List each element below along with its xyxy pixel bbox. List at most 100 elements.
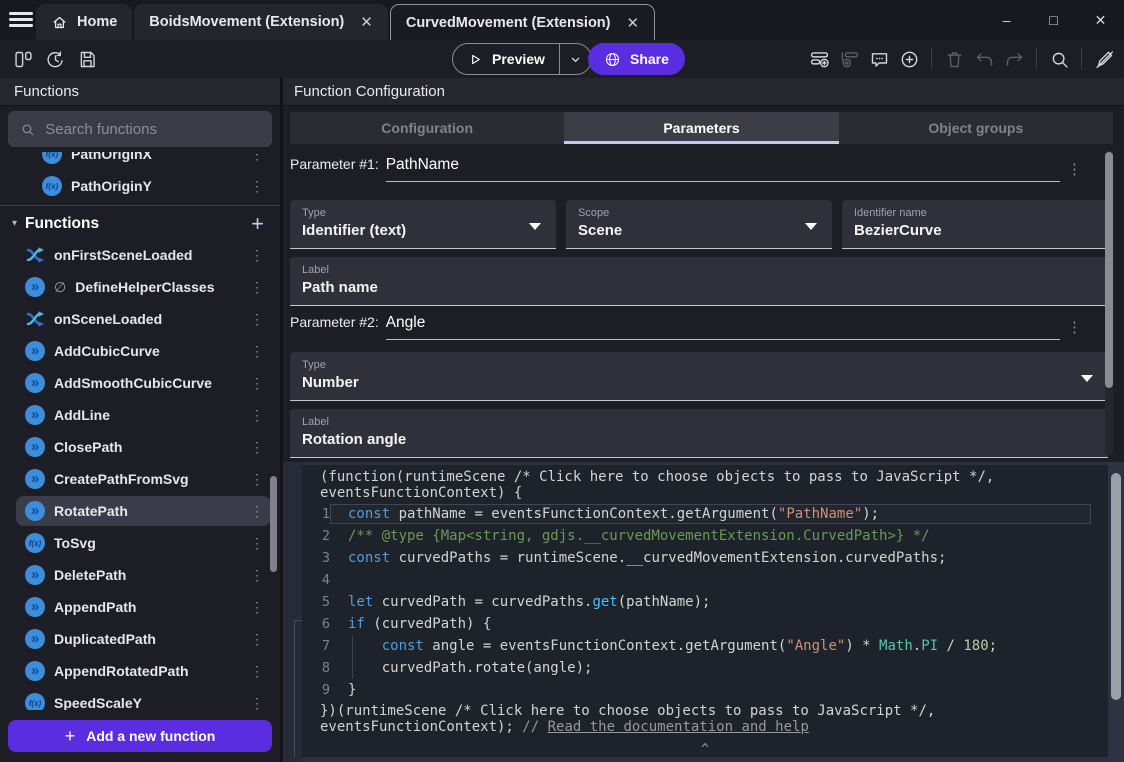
preview-button[interactable]: Preview [452, 43, 592, 75]
code-line-5[interactable]: 5let curvedPath = curvedPaths.get(pathNa… [302, 591, 1108, 613]
sidebar-item-PathOriginX[interactable]: f(x)PathOriginX⋮ [0, 152, 280, 170]
code-wrapper-top-1[interactable]: (function(runtimeScene /* Click here to … [302, 469, 1108, 485]
sidebar-item-DuplicatedPath[interactable]: »DuplicatedPath⋮ [0, 623, 280, 655]
tab-parameters[interactable]: Parameters [564, 112, 838, 144]
item-menu-button[interactable]: ⋮ [250, 439, 262, 456]
sidebar-item-AddCubicCurve[interactable]: »AddCubicCurve⋮ [0, 335, 280, 367]
function-name: PathOriginX [71, 152, 250, 162]
action-function-icon: » [25, 565, 45, 585]
sidebar-item-onSceneLoaded[interactable]: onSceneLoaded⋮ [0, 303, 280, 335]
close-icon[interactable]: ✕ [360, 13, 373, 31]
parameter-name-input[interactable]: PathName [386, 156, 1060, 182]
window-maximize-button[interactable]: □ [1030, 0, 1077, 40]
functions-section-header[interactable]: ▾ Functions + [0, 208, 280, 239]
menu-hamburger-icon[interactable] [9, 12, 33, 28]
scope-select[interactable]: Scope Scene [566, 200, 832, 249]
parameter-menu-button[interactable]: ⋮ [1067, 160, 1082, 178]
sidebar-item-RotatePath[interactable]: »RotatePath⋮ [0, 495, 280, 527]
sidebar-item-ClosePath[interactable]: »ClosePath⋮ [0, 431, 280, 463]
code-line-1[interactable]: 1const pathName = eventsFunctionContext.… [302, 503, 1108, 525]
tab-home[interactable]: Home [36, 4, 132, 40]
item-menu-button[interactable]: ⋮ [250, 567, 262, 584]
code-line-9[interactable]: 9} [302, 679, 1108, 701]
item-menu-button[interactable]: ⋮ [250, 247, 262, 264]
sidebar-item-AddSmoothCubicCurve[interactable]: »AddSmoothCubicCurve⋮ [0, 367, 280, 399]
label-field[interactable]: Label Path name [290, 257, 1108, 306]
tab-configuration[interactable]: Configuration [290, 112, 564, 144]
tab-object-groups[interactable]: Object groups [839, 112, 1113, 144]
save-icon[interactable] [76, 48, 98, 70]
sidebar-item-CreatePathFromSvg[interactable]: »CreatePathFromSvg⋮ [0, 463, 280, 495]
identifier-name-field[interactable]: Identifier name BezierCurve [842, 200, 1108, 249]
history-icon[interactable] [44, 48, 66, 70]
add-event-icon[interactable] [808, 48, 830, 70]
add-new-function-button[interactable]: + Add a new function [8, 720, 272, 752]
item-menu-button[interactable]: ⋮ [250, 279, 262, 296]
tab-label: CurvedMovement (Extension) [406, 15, 611, 31]
add-comment-icon[interactable] [868, 48, 890, 70]
item-menu-button[interactable]: ⋮ [250, 535, 262, 552]
sidebar-item-DefineHelperClasses[interactable]: »∅DefineHelperClasses⋮ [0, 271, 280, 303]
sidebar-item-AddLine[interactable]: »AddLine⋮ [0, 399, 280, 431]
code-scrollbar-thumb[interactable] [1111, 473, 1121, 700]
share-button[interactable]: Share [588, 43, 685, 75]
sidebar-item-AppendRotatedPath[interactable]: »AppendRotatedPath⋮ [0, 655, 280, 687]
parameter-name-input[interactable]: Angle [386, 314, 1060, 340]
type-select[interactable]: Type Identifier (text) [290, 200, 556, 249]
sidebar-item-PathOriginY[interactable]: f(x)PathOriginY⋮ [0, 170, 280, 202]
tab-boidsmovement[interactable]: BoidsMovement (Extension) ✕ [134, 4, 388, 40]
window-close-button[interactable]: ✕ [1077, 0, 1124, 40]
item-menu-button[interactable]: ⋮ [250, 503, 262, 520]
item-menu-button[interactable]: ⋮ [250, 178, 262, 195]
item-menu-button[interactable]: ⋮ [250, 375, 262, 392]
documentation-link[interactable]: Read the documentation and help [548, 719, 809, 735]
edit-code-icon[interactable] [1093, 48, 1115, 70]
item-menu-button[interactable]: ⋮ [250, 343, 262, 360]
item-menu-button[interactable]: ⋮ [250, 631, 262, 648]
item-menu-button[interactable]: ⋮ [250, 695, 262, 711]
parameters-scrollbar-thumb[interactable] [1105, 152, 1113, 388]
code-line-3[interactable]: 3const curvedPaths = runtimeScene.__curv… [302, 547, 1108, 569]
function-name: AppendPath [54, 599, 250, 615]
item-menu-button[interactable]: ⋮ [250, 311, 262, 328]
javascript-code-editor[interactable]: (function(runtimeScene /* Click here to … [302, 465, 1108, 757]
sidebar-item-onFirstSceneLoaded[interactable]: onFirstSceneLoaded⋮ [0, 239, 280, 271]
type-select[interactable]: Type Number [290, 352, 1108, 401]
item-menu-button[interactable]: ⋮ [250, 152, 262, 163]
search-functions-box[interactable] [8, 111, 272, 147]
parameter-menu-button[interactable]: ⋮ [1067, 318, 1082, 336]
code-line-7[interactable]: 7 const angle = eventsFunctionContext.ge… [302, 635, 1108, 657]
code-line-4[interactable]: 4 [302, 569, 1108, 591]
action-function-icon: » [25, 629, 45, 649]
code-wrapper-top-2[interactable]: eventsFunctionContext) { [302, 485, 1108, 501]
item-menu-button[interactable]: ⋮ [250, 407, 262, 424]
add-function-icon[interactable]: + [251, 214, 264, 234]
sidebar-item-DeletePath[interactable]: »DeletePath⋮ [0, 559, 280, 591]
window-minimize-button[interactable]: – [983, 0, 1030, 40]
functions-sidebar: Functions f(x)PathOriginX⋮f(x)PathOrigin… [0, 78, 280, 762]
item-menu-button[interactable]: ⋮ [250, 663, 262, 680]
code-line-6[interactable]: 6if (curvedPath) { [302, 613, 1108, 635]
item-menu-button[interactable]: ⋮ [250, 471, 262, 488]
tab-curvedmovement[interactable]: CurvedMovement (Extension) ✕ [390, 4, 655, 40]
panels-icon[interactable] [12, 48, 34, 70]
code-wrapper-bottom-1[interactable]: })(runtimeScene /* Click here to choose … [302, 703, 1108, 719]
preview-button-main[interactable]: Preview [453, 51, 559, 67]
sidebar-item-AppendPath[interactable]: »AppendPath⋮ [0, 591, 280, 623]
toolbar-separator [931, 48, 932, 70]
collapse-triangle-icon[interactable]: ▾ [12, 218, 17, 229]
editor-collapse-caret[interactable]: ^ [302, 745, 1108, 755]
titlebar: Home BoidsMovement (Extension) ✕ CurvedM… [0, 0, 1124, 40]
sidebar-item-SpeedScaleY[interactable]: f(x)SpeedScaleY⋮ [0, 687, 280, 710]
search-input[interactable] [45, 121, 260, 138]
preview-dropdown-button[interactable] [560, 52, 591, 67]
code-line-2[interactable]: 2/** @type {Map<string, gdjs.__curvedMov… [302, 525, 1108, 547]
close-icon[interactable]: ✕ [627, 14, 640, 32]
sidebar-item-ToSvg[interactable]: f(x)ToSvg⋮ [0, 527, 280, 559]
search-icon[interactable] [1048, 48, 1070, 70]
add-other-event-icon[interactable] [898, 48, 920, 70]
sidebar-scrollbar[interactable] [270, 476, 277, 572]
item-menu-button[interactable]: ⋮ [250, 599, 262, 616]
label-field[interactable]: Label Rotation angle [290, 409, 1108, 458]
code-line-8[interactable]: 8 curvedPath.rotate(angle); [302, 657, 1108, 679]
